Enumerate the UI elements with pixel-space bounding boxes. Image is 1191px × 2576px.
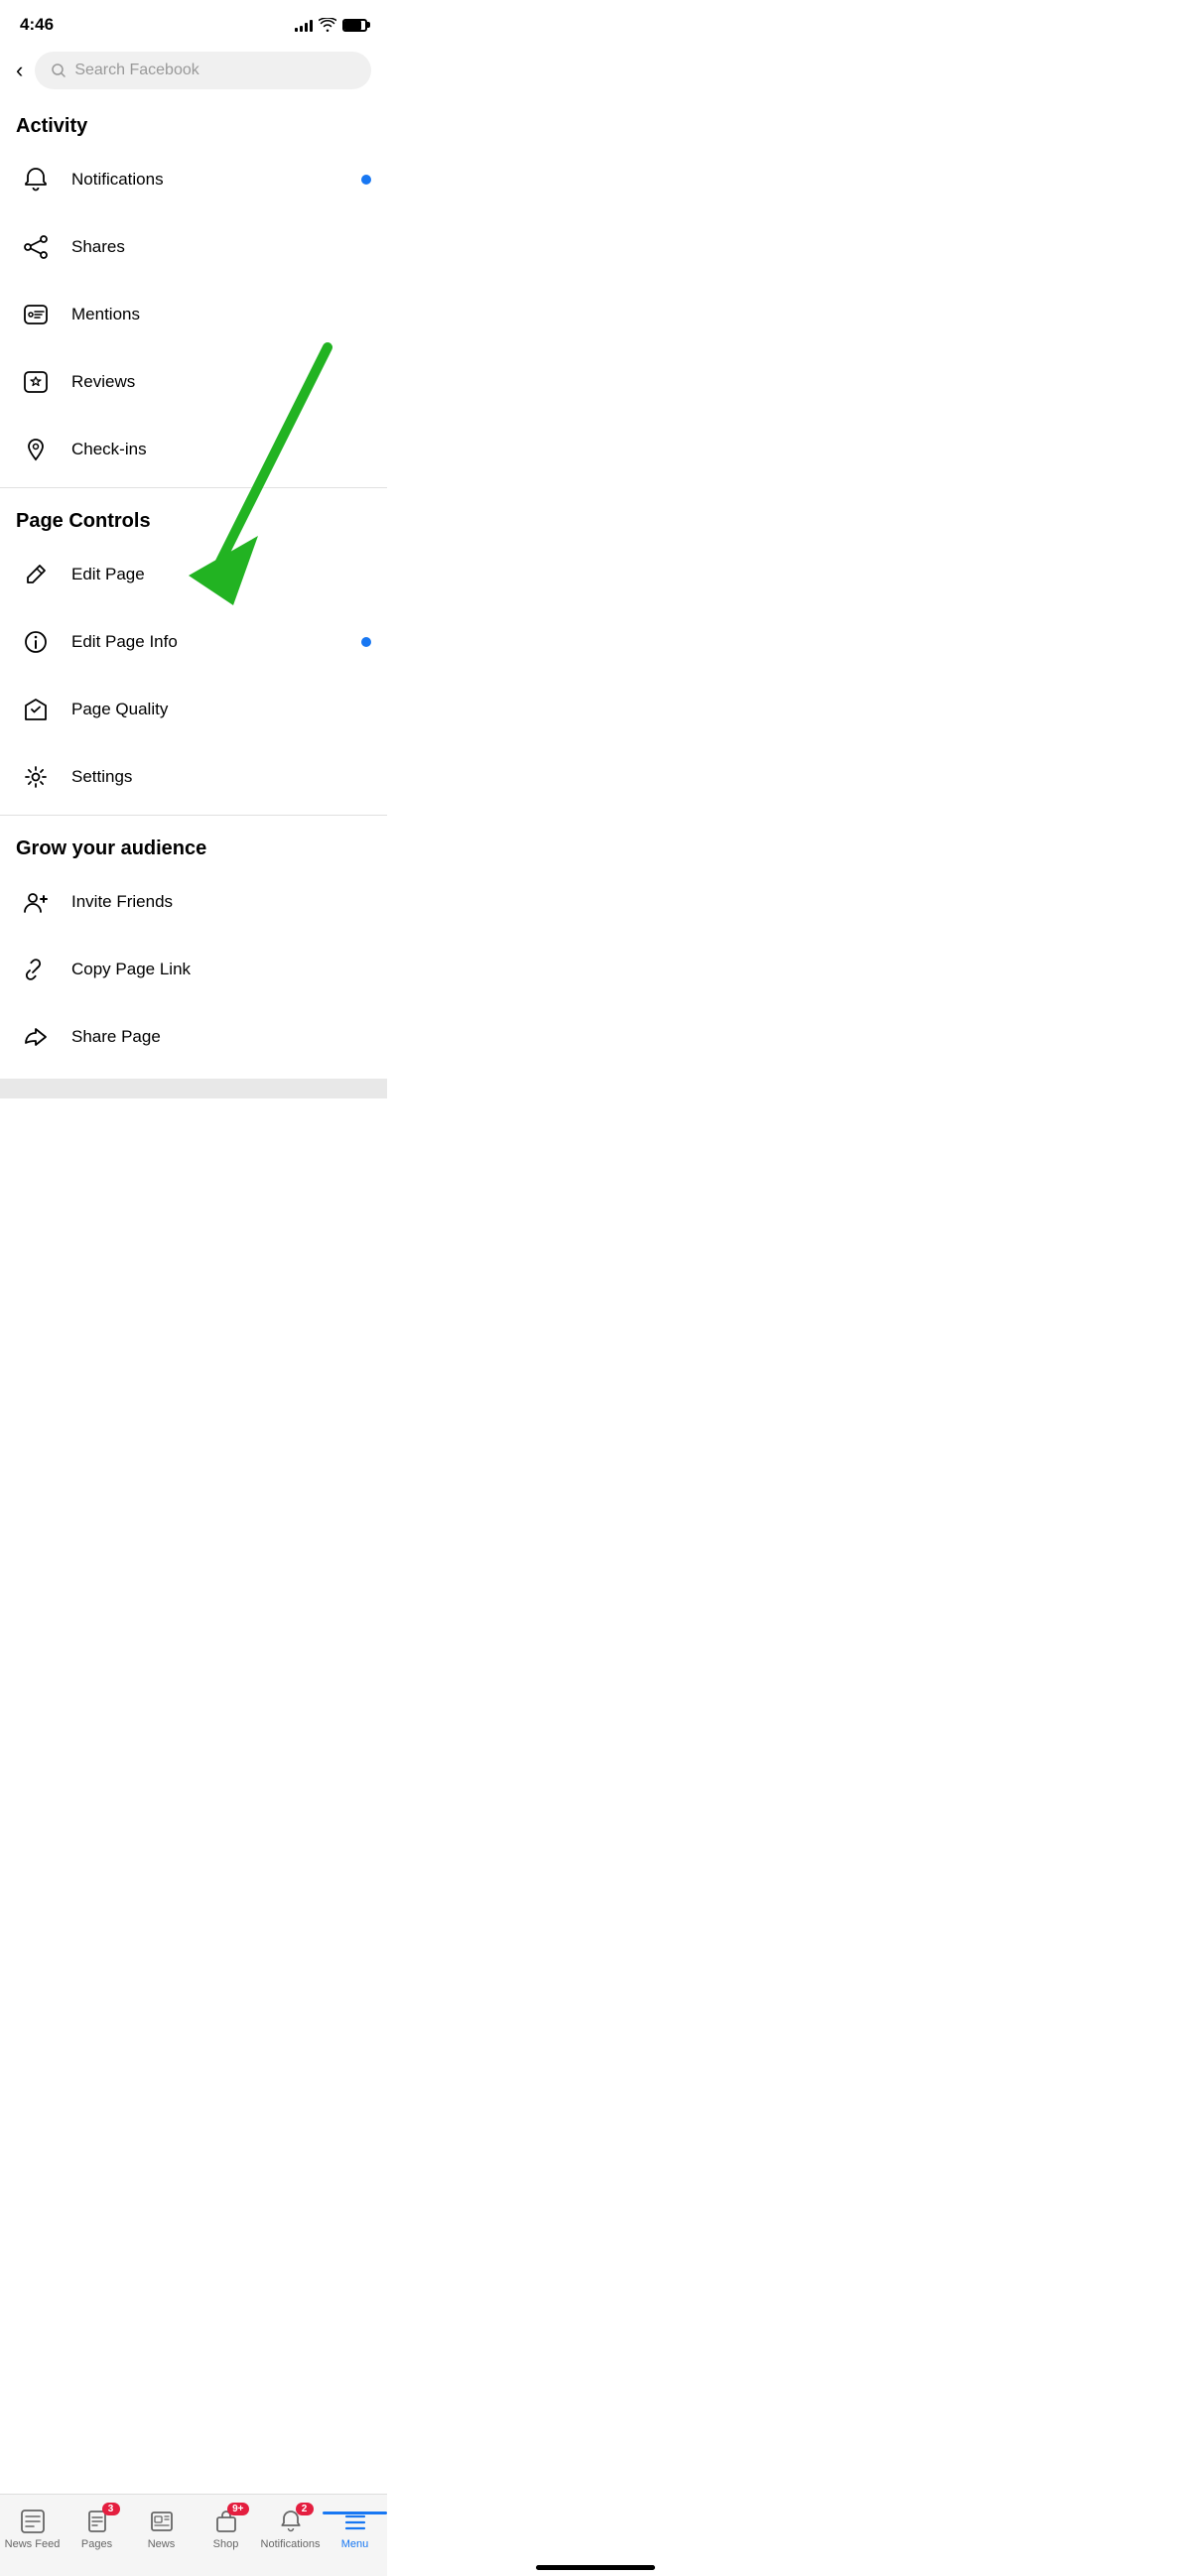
tab-news-label: News — [148, 2538, 176, 2550]
tab-shop[interactable]: 9+ Shop — [194, 2495, 258, 2556]
section-title-activity: Activity — [0, 97, 387, 146]
settings-icon — [16, 757, 56, 797]
shop-badge: 9+ — [227, 2503, 248, 2515]
menu-item-shares[interactable]: Shares — [0, 213, 387, 281]
checkins-label: Check-ins — [71, 440, 371, 459]
reviews-label: Reviews — [71, 372, 371, 392]
pages-icon: 3 — [84, 2509, 110, 2534]
section-page-controls: Page Controls Edit Page Edit Page Info — [0, 492, 387, 811]
search-icon — [51, 63, 66, 78]
menu-item-edit-page[interactable]: Edit Page — [0, 541, 387, 608]
tab-shop-label: Shop — [213, 2538, 239, 2550]
menu-item-invite-friends[interactable]: Invite Friends — [0, 868, 387, 936]
divider-1 — [0, 487, 387, 488]
notifications-label: Notifications — [71, 170, 361, 190]
invite-friends-label: Invite Friends — [71, 892, 371, 912]
tab-active-indicator — [323, 2512, 387, 2514]
news-feed-icon — [20, 2509, 46, 2534]
tab-pages[interactable]: 3 Pages — [65, 2495, 129, 2556]
search-input[interactable]: Search Facebook — [35, 52, 371, 89]
share-page-label: Share Page — [71, 1027, 371, 1047]
edit-page-label: Edit Page — [71, 565, 371, 584]
section-title-page-controls: Page Controls — [0, 492, 387, 541]
back-button[interactable]: ‹ — [16, 58, 23, 83]
menu-item-settings[interactable]: Settings — [0, 743, 387, 811]
menu-item-checkins[interactable]: Check-ins — [0, 416, 387, 483]
news-icon — [149, 2509, 175, 2534]
edit-page-info-icon — [16, 622, 56, 662]
notifications-tab-icon: 2 — [278, 2509, 304, 2534]
tab-menu[interactable]: Menu — [323, 2495, 387, 2556]
divider-2 — [0, 815, 387, 816]
bottom-spacer — [0, 1079, 387, 1098]
tab-pages-label: Pages — [81, 2538, 112, 2550]
tab-notifications[interactable]: 2 Notifications — [258, 2495, 323, 2556]
section-title-grow: Grow your audience — [0, 820, 387, 868]
reviews-icon — [16, 362, 56, 402]
menu-item-copy-page-link[interactable]: Copy Page Link — [0, 936, 387, 1003]
page-quality-icon — [16, 690, 56, 729]
wifi-icon — [319, 18, 336, 32]
menu-item-notifications[interactable]: Notifications — [0, 146, 387, 213]
search-bar-row: ‹ Search Facebook — [0, 44, 387, 97]
status-bar: 4:46 — [0, 0, 387, 44]
notifications-badge — [361, 175, 371, 185]
tab-news[interactable]: News — [129, 2495, 194, 2556]
status-icons — [295, 18, 367, 32]
menu-item-edit-page-info[interactable]: Edit Page Info — [0, 608, 387, 676]
tab-bar: News Feed 3 Pages News — [0, 2494, 387, 2576]
edit-page-info-badge — [361, 637, 371, 647]
notifications-icon — [16, 160, 56, 199]
search-placeholder: Search Facebook — [74, 62, 198, 79]
mentions-icon — [16, 295, 56, 334]
invite-friends-icon — [16, 882, 56, 922]
edit-page-info-label: Edit Page Info — [71, 632, 361, 652]
shares-label: Shares — [71, 237, 371, 257]
home-indicator — [536, 2565, 655, 2570]
checkins-icon — [16, 430, 56, 469]
status-time: 4:46 — [20, 15, 54, 35]
menu-item-reviews[interactable]: Reviews — [0, 348, 387, 416]
mentions-label: Mentions — [71, 305, 371, 324]
tab-news-feed-label: News Feed — [5, 2538, 61, 2550]
share-page-icon — [16, 1017, 56, 1057]
copy-page-link-icon — [16, 950, 56, 989]
edit-page-icon — [16, 555, 56, 594]
menu-item-share-page[interactable]: Share Page — [0, 1003, 387, 1071]
signal-icon — [295, 18, 313, 32]
shares-icon — [16, 227, 56, 267]
copy-page-link-label: Copy Page Link — [71, 960, 371, 979]
tab-notifications-label: Notifications — [261, 2538, 321, 2550]
section-grow-audience: Grow your audience Invite Friends — [0, 820, 387, 1071]
battery-icon — [342, 19, 367, 32]
section-activity: Activity Notifications — [0, 97, 387, 483]
pages-badge: 3 — [102, 2503, 120, 2515]
notifications-tab-badge: 2 — [296, 2503, 314, 2515]
menu-item-mentions[interactable]: Mentions — [0, 281, 387, 348]
settings-label: Settings — [71, 767, 371, 787]
page-quality-label: Page Quality — [71, 700, 371, 719]
menu-item-page-quality[interactable]: Page Quality — [0, 676, 387, 743]
shop-icon: 9+ — [213, 2509, 239, 2534]
tab-news-feed[interactable]: News Feed — [0, 2495, 65, 2556]
tab-menu-label: Menu — [341, 2538, 369, 2550]
